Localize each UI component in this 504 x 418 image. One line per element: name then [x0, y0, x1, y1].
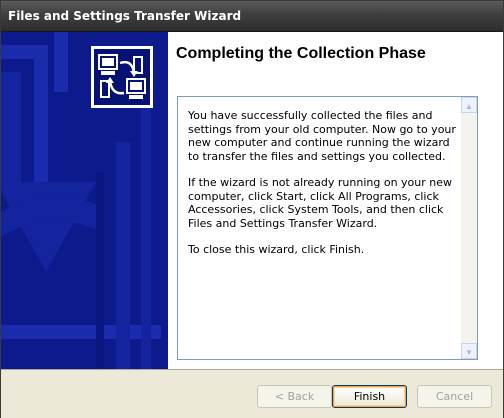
scroll-down-button[interactable]: ▼ [461, 343, 477, 359]
wizard-window: Files and Settings Transfer Wizard Compl… [0, 0, 504, 418]
back-button[interactable]: < Back [257, 385, 332, 408]
wizard-content: Completing the Collection Phase You have… [168, 32, 503, 369]
finish-button[interactable]: Finish [332, 385, 407, 408]
message-textbox[interactable]: You have successfully collected the file… [177, 96, 478, 360]
scroll-up-button[interactable]: ▲ [461, 97, 477, 113]
message-text: You have successfully collected the file… [188, 109, 460, 270]
chevron-down-icon: ▼ [465, 348, 473, 357]
window-title: Files and Settings Transfer Wizard [8, 9, 242, 23]
page-title: Completing the Collection Phase [176, 45, 426, 62]
title-bar[interactable]: Files and Settings Transfer Wizard [1, 1, 503, 32]
chevron-up-icon: ▲ [465, 102, 473, 111]
vertical-scrollbar[interactable]: ▲ ▼ [461, 97, 477, 359]
transfer-computers-icon [98, 54, 146, 99]
wizard-logo [91, 46, 153, 108]
cancel-button[interactable]: Cancel [417, 385, 492, 408]
message-paragraph: If the wizard is not already running on … [188, 176, 453, 230]
message-paragraph: You have successfully collected the file… [188, 109, 456, 163]
message-paragraph: To close this wizard, click Finish. [188, 243, 365, 256]
wizard-sidebar [1, 32, 168, 369]
button-bar: < Back Finish Cancel [1, 369, 503, 418]
